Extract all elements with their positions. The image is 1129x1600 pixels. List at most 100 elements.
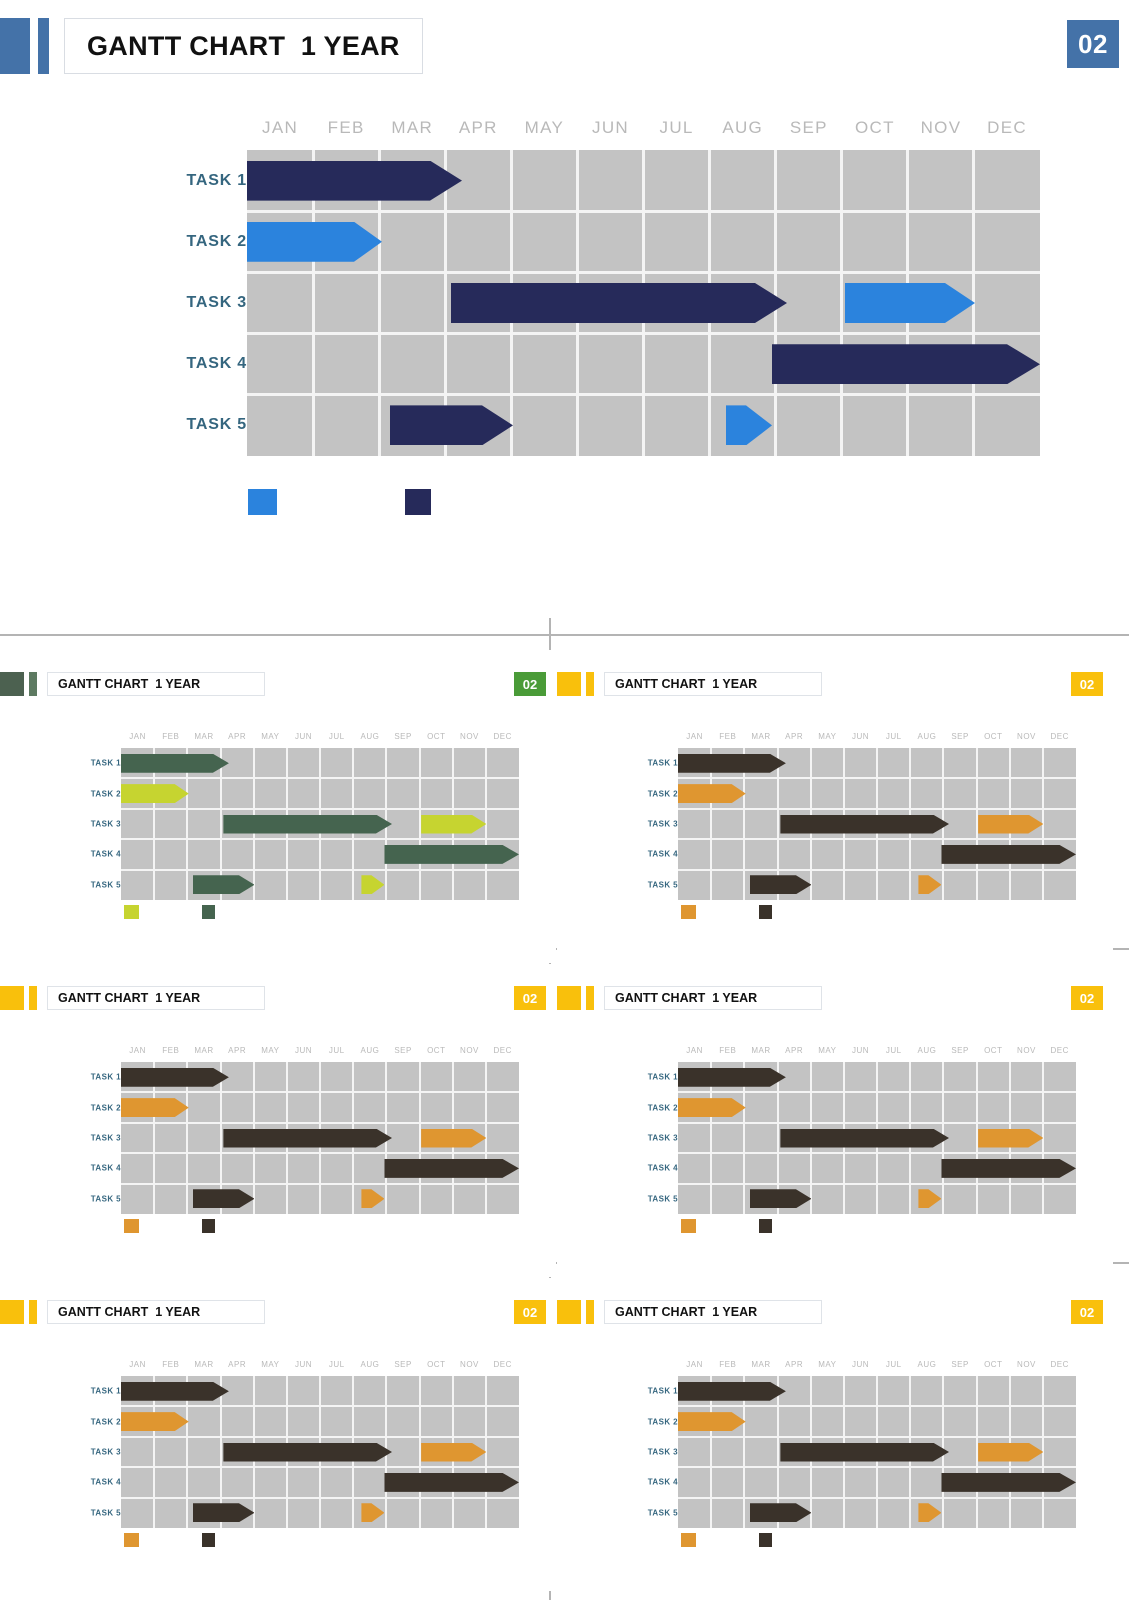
month-label-sep: SEP [394,732,412,741]
thumbnail-card[interactable]: GANTT CHART 1 YEAR 02 JAN FEB MAR APR MAY JUN JU… [0,650,556,963]
month-label-jul: JUL [659,118,694,137]
month-label-nov: NOV [1017,1360,1036,1369]
legend-swatch-secondary [124,1533,139,1547]
gridline-horizontal [678,1182,1076,1185]
thumbnail-card[interactable]: GANTT CHART 1 YEAR 02 JAN FEB MAR APR MAY JUN JU… [557,1278,1113,1591]
task-label-4: TASK 4 [90,849,121,859]
thumbnail-accent-thin-bar [29,672,37,696]
legend-swatch-primary [202,1533,215,1547]
gridline-vertical [840,150,844,456]
gridline-horizontal [121,1435,519,1438]
thumbnail-card[interactable]: GANTT CHART 1 YEAR 02 JAN FEB MAR APR MAY JUN JU… [557,650,1113,963]
month-label-jun: JUN [295,1046,313,1055]
gantt-bar [421,1128,487,1148]
month-label-oct: OCT [427,1360,446,1369]
task-label-5: TASK 5 [647,1508,678,1518]
thumbnail-page-badge: 02 [514,986,546,1010]
thumbnail-title: GANTT CHART 1 YEAR [58,991,201,1005]
task-label-3: TASK 3 [647,1447,678,1457]
page-number-badge: 02 [1067,20,1119,68]
thumbnail-title-box: GANTT CHART 1 YEAR [47,1300,265,1324]
gantt-bar [223,814,392,834]
month-label-jun: JUN [295,1360,313,1369]
thumbnail-title-box: GANTT CHART 1 YEAR [604,672,822,696]
month-label-nov: NOV [460,1360,479,1369]
month-label-sep: SEP [951,1046,969,1055]
month-axis: JAN FEB MAR APR MAY JUN JUL AUG SEP OCT NOV DEC [678,1046,1076,1055]
month-label-jan: JAN [129,1360,146,1369]
month-label-dec: DEC [493,1360,512,1369]
month-label-jul: JUL [328,732,345,741]
gantt-grid [678,748,1076,900]
gantt-bar [451,283,787,323]
month-label-oct: OCT [427,1046,446,1055]
gantt-bar [421,814,487,834]
gantt-bar [421,1442,487,1462]
gridline-horizontal [121,1466,519,1469]
task-label-1: TASK 1 [186,171,247,189]
thumbnail-header: GANTT CHART 1 YEAR [557,1300,822,1324]
month-label-feb: FEB [162,732,180,741]
task-label-3: TASK 3 [647,819,678,829]
thumbnail-title: GANTT CHART 1 YEAR [615,1305,758,1319]
thumbnail-accent-wide-bar [0,1300,24,1324]
gantt-bar [223,1442,392,1462]
gantt-bar [384,1472,519,1492]
gantt-bar [678,1098,746,1118]
task-label-5: TASK 5 [90,880,121,890]
month-label-aug: AUG [722,118,764,137]
thumbnail-title: GANTT CHART 1 YEAR [615,677,758,691]
thumbnail-card[interactable]: GANTT CHART 1 YEAR 02 JAN FEB MAR APR MAY JUN JU… [0,964,556,1277]
gantt-bar [384,844,519,864]
page-title: GANTT CHART 1 YEAR [87,30,400,61]
month-label-may: MAY [261,1046,280,1055]
month-label-feb: FEB [719,1046,737,1055]
month-label-may: MAY [818,732,837,741]
legend-swatch-primary [405,489,431,515]
task-label-3: TASK 3 [90,1447,121,1457]
month-label-mar: MAR [751,1360,771,1369]
gantt-grid [678,1376,1076,1528]
month-label-apr: APR [785,1360,804,1369]
month-label-apr: APR [785,1046,804,1055]
month-label-apr: APR [458,118,498,137]
month-label-dec: DEC [1050,1360,1069,1369]
task-label-2: TASK 2 [647,1417,678,1427]
month-label-may: MAY [524,118,565,137]
gantt-bar [121,1381,229,1401]
gridline-horizontal [121,1091,519,1094]
task-label-4: TASK 4 [647,1477,678,1487]
month-label-sep: SEP [789,118,828,137]
task-label-2: TASK 2 [186,232,247,250]
gantt-bar [845,283,975,323]
gantt-bar [247,221,382,262]
task-label-5: TASK 5 [186,416,247,434]
gantt-bar [918,875,942,895]
gantt-bar [361,1189,385,1209]
month-label-jun: JUN [295,732,313,741]
month-label-jun: JUN [852,1360,870,1369]
gantt-grid [678,1062,1076,1214]
month-label-mar: MAR [194,1046,214,1055]
task-label-2: TASK 2 [90,1103,121,1113]
thumbnail-page-number: 02 [522,676,538,692]
thumbnail-card[interactable]: GANTT CHART 1 YEAR 02 JAN FEB MAR APR MAY JUN JU… [557,964,1113,1277]
gridline-vertical [418,1376,421,1528]
month-label-feb: FEB [162,1360,180,1369]
gridline-horizontal [121,807,519,810]
gantt-bar [749,1503,812,1523]
month-label-sep: SEP [951,1360,969,1369]
month-label-jan: JAN [686,1360,703,1369]
thumbnail-header: GANTT CHART 1 YEAR [0,672,265,696]
gridline-horizontal [678,777,1076,780]
gridline-horizontal [121,868,519,871]
month-label-jun: JUN [592,118,629,137]
thumbnail-accent-wide-bar [0,672,24,696]
slide-header: GANTT CHART 1 YEAR [0,18,423,74]
month-label-dec: DEC [493,1046,512,1055]
thumbnail-page-badge: 02 [1071,672,1103,696]
month-label-apr: APR [785,732,804,741]
thumbnail-card[interactable]: GANTT CHART 1 YEAR 02 JAN FEB MAR APR MAY JUN JU… [0,1278,556,1591]
gridline-horizontal [121,1121,519,1124]
gantt-grid [121,748,519,900]
